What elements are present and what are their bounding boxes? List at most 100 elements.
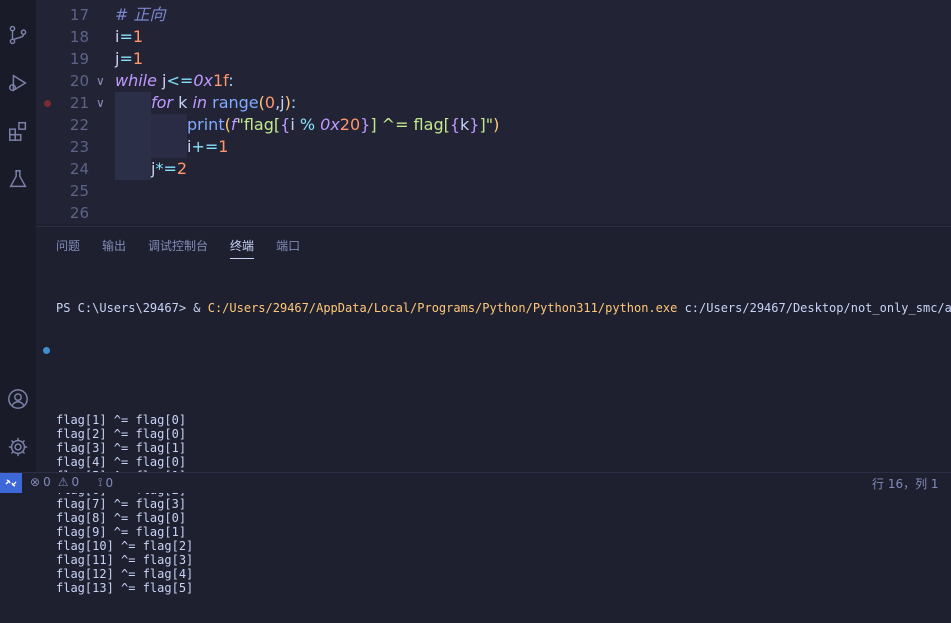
code-line: 25 bbox=[36, 180, 951, 202]
code-line: 20 ∨ while j<=0x1f: bbox=[36, 70, 951, 92]
token: i bbox=[290, 115, 300, 134]
tab-output[interactable]: 输出 bbox=[102, 237, 126, 259]
token: print bbox=[187, 115, 225, 134]
line-number: 18 bbox=[69, 28, 89, 46]
token: 2 bbox=[176, 159, 188, 178]
line-number: 19 bbox=[69, 50, 89, 68]
terminal-output-line: flag[1] ^= flag[0] bbox=[56, 413, 187, 427]
token: { bbox=[449, 115, 461, 134]
tab-terminal[interactable]: 终端 bbox=[230, 237, 255, 259]
error-count: 0 bbox=[43, 475, 51, 489]
source-control-icon[interactable] bbox=[0, 20, 36, 50]
token: % bbox=[299, 115, 316, 134]
terminal-output-line: flag[4] ^= flag[0] bbox=[56, 455, 187, 469]
problems-status[interactable]: ⊗ 0 ⚠ 0 bbox=[30, 475, 79, 489]
terminal-exe-path: C:/Users/29467/AppData/Local/Programs/Py… bbox=[207, 301, 678, 315]
token: { bbox=[280, 115, 291, 134]
terminal-output-line: flag[10] ^= flag[2] bbox=[56, 539, 194, 553]
token: 1f bbox=[212, 71, 229, 90]
token: for bbox=[151, 93, 173, 112]
settings-gear-icon[interactable] bbox=[0, 432, 36, 462]
terminal-output-line: flag[13] ^= flag[5] bbox=[56, 581, 194, 595]
token: ] ^= flag[ bbox=[370, 115, 450, 134]
warning-icon: ⚠ bbox=[57, 475, 69, 489]
terminal-output-line: flag[9] ^= flag[1] bbox=[56, 525, 187, 539]
run-debug-icon[interactable] bbox=[0, 68, 36, 98]
terminal-prompt: PS C:\Users\29467> bbox=[56, 301, 194, 315]
terminal-output-line: flag[7] ^= flag[3] bbox=[56, 497, 187, 511]
panel-tabs: 问题 输出 调试控制台 终端 端口 bbox=[56, 237, 322, 259]
tab-problems[interactable]: 问题 bbox=[56, 237, 80, 259]
cursor-position[interactable]: 行 16，列 1 bbox=[872, 475, 939, 492]
testing-icon[interactable] bbox=[0, 164, 36, 194]
token: ) bbox=[493, 115, 500, 134]
activity-bar bbox=[0, 0, 36, 472]
token: 1 bbox=[132, 49, 144, 68]
comment: # 正向 bbox=[115, 5, 166, 24]
terminal-token: & bbox=[193, 301, 208, 315]
tab-ports[interactable]: 端口 bbox=[276, 237, 300, 259]
code-line: 17 # 正向 bbox=[36, 4, 951, 26]
token: k bbox=[460, 115, 470, 134]
code-editor[interactable]: 17 # 正向 18 i=1 19 j=1 20 ∨ while j<=0x1f… bbox=[36, 0, 951, 224]
ports-count: 0 bbox=[105, 475, 114, 490]
terminal-output-line: flag[11] ^= flag[3] bbox=[56, 553, 194, 567]
cursor-position-label: 行 16，列 1 bbox=[872, 477, 939, 491]
token: 0x bbox=[315, 115, 340, 134]
line-number: 25 bbox=[69, 182, 89, 200]
line-number: 22 bbox=[69, 116, 89, 134]
token: ]" bbox=[479, 115, 494, 134]
token: : bbox=[290, 93, 297, 112]
token: <= bbox=[166, 71, 194, 90]
line-number: 21 bbox=[69, 94, 89, 112]
extensions-icon[interactable] bbox=[0, 116, 36, 146]
bottom-panel: 问题 输出 调试控制台 终端 端口 PS C:\Users\29467> & C… bbox=[36, 226, 951, 595]
account-icon[interactable] bbox=[0, 384, 36, 414]
line-number: 23 bbox=[69, 138, 89, 156]
status-bar: ⊗ 0 ⚠ 0 ⟟ 0 行 16，列 1 bbox=[0, 472, 951, 493]
tab-debug-console[interactable]: 调试控制台 bbox=[148, 237, 208, 259]
token: } bbox=[469, 115, 480, 134]
token: in bbox=[192, 93, 208, 112]
token: : bbox=[228, 71, 234, 90]
token: = bbox=[119, 27, 133, 46]
terminal-output[interactable]: PS C:\Users\29467> & C:/Users/29467/AppD… bbox=[43, 273, 951, 623]
fold-chevron-icon[interactable]: ∨ bbox=[96, 70, 105, 92]
token: 20 bbox=[339, 115, 361, 134]
fold-chevron-icon[interactable]: ∨ bbox=[96, 92, 105, 114]
token: = bbox=[119, 49, 133, 68]
code-line: 19 j=1 bbox=[36, 48, 951, 70]
terminal-output-line: flag[3] ^= flag[1] bbox=[56, 441, 187, 455]
command-decoration-dot[interactable] bbox=[43, 347, 50, 354]
token: k bbox=[173, 93, 193, 112]
terminal-output-line: flag[8] ^= flag[0] bbox=[56, 511, 187, 525]
line-number: 17 bbox=[69, 6, 89, 24]
code-line: 22 print(f"flag[{i % 0x20}] ^= flag[{k}]… bbox=[36, 114, 951, 136]
ports-status[interactable]: ⟟ 0 bbox=[98, 475, 113, 490]
line-number: 26 bbox=[69, 204, 89, 222]
token: 0 bbox=[264, 93, 276, 112]
token: "flag[ bbox=[236, 115, 281, 134]
remote-indicator-icon[interactable] bbox=[0, 473, 22, 493]
token: 1 bbox=[218, 137, 229, 156]
token: j bbox=[156, 71, 167, 90]
error-icon: ⊗ bbox=[30, 475, 41, 489]
line-number: 24 bbox=[69, 160, 89, 178]
token: 1 bbox=[132, 27, 144, 46]
line-number: 20 bbox=[69, 72, 89, 90]
token: *= bbox=[155, 159, 177, 178]
token: } bbox=[360, 115, 371, 134]
code-line: 18 i=1 bbox=[36, 26, 951, 48]
code-line: 23 i+=1 bbox=[36, 136, 951, 158]
token: range bbox=[207, 93, 259, 112]
token: += bbox=[191, 137, 219, 156]
token: while bbox=[115, 71, 157, 90]
broadcast-icon: ⟟ bbox=[98, 475, 103, 489]
code-line: 24 j*=2 bbox=[36, 158, 951, 180]
token: 0x bbox=[193, 71, 213, 90]
warning-count: 0 bbox=[71, 475, 80, 489]
terminal-output-line: flag[2] ^= flag[0] bbox=[56, 427, 187, 441]
code-line: 21 ∨ for k in range(0,j): bbox=[36, 92, 951, 114]
code-line: 26 bbox=[36, 202, 951, 224]
terminal-output-line: flag[12] ^= flag[4] bbox=[56, 567, 194, 581]
